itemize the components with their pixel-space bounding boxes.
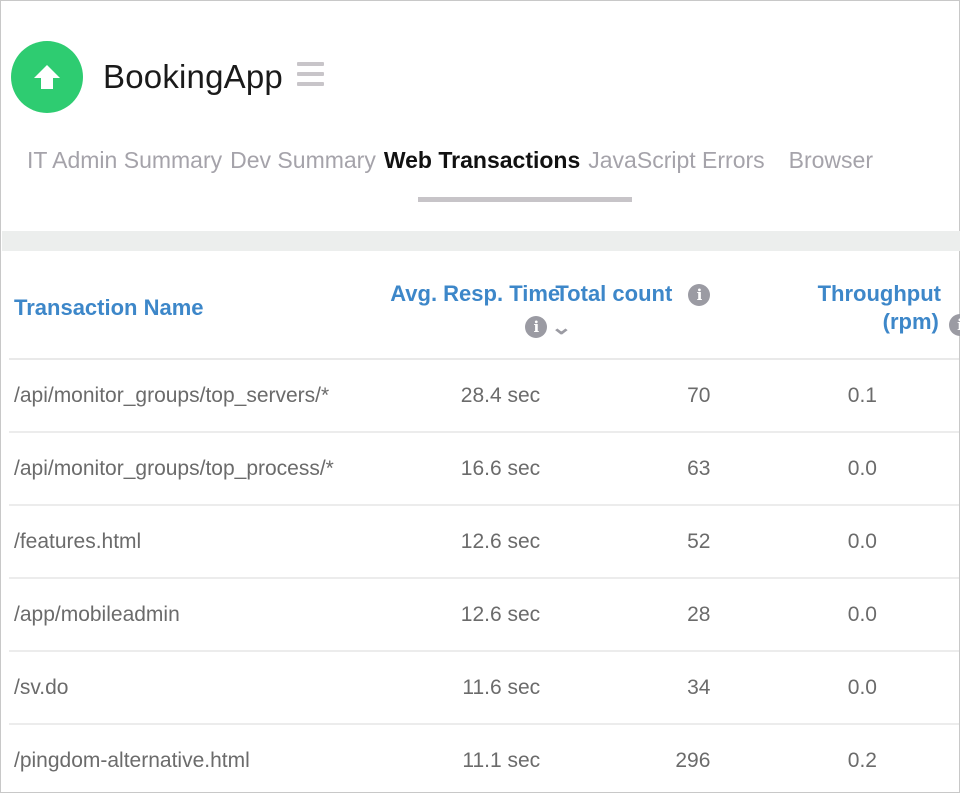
app-title: BookingApp [103,58,283,95]
column-header-transaction-name[interactable]: Transaction Name [9,251,382,359]
column-header-label: Transaction Name [14,295,204,320]
tab-browser[interactable]: Browser [789,147,873,174]
table-row[interactable]: /app/mobileadmin 12.6 sec 28 0.0 [9,578,959,651]
column-header-total-count[interactable]: Total count i [540,251,711,359]
column-header-avg-resp-time[interactable]: Avg. Resp. Time i ⌄ [382,251,572,359]
transactions-table: Transaction Name Avg. Resp. Time i ⌄ Tota… [9,251,960,796]
section-divider [2,231,960,251]
column-header-label: Avg. Resp. Time [390,281,561,306]
column-header-unit: (rpm) [882,309,939,334]
avg-resp-time: 11.1 sec [462,748,541,772]
column-header-throughput[interactable]: Throughput (rpm) i [710,251,960,359]
tab-web-transactions[interactable]: Web Transactions [384,147,580,174]
info-icon[interactable]: i [949,314,960,337]
total-count: 28 [687,602,711,626]
app-logo[interactable] [11,41,83,113]
hamburger-icon[interactable] [296,62,324,86]
column-header-label: Throughput [817,281,941,306]
app-header: BookingApp [11,40,324,114]
transaction-name[interactable]: /sv.do [9,651,382,724]
avg-resp-time: 12.6 sec [460,529,541,553]
throughput: 0.0 [847,602,877,626]
active-tab-indicator [418,197,632,202]
table-row[interactable]: /features.html 12.6 sec 52 0.0 [9,505,959,578]
sort-descending-chevron-icon[interactable]: ⌄ [551,315,573,340]
info-icon[interactable]: i [688,284,711,307]
up-arrow-icon [34,65,60,89]
column-header-label: Total count [555,281,673,306]
avg-resp-time: 16.6 sec [460,456,541,480]
total-count: 70 [687,383,711,407]
throughput: 0.1 [847,383,877,407]
transaction-name[interactable]: /pingdom-alternative.html [9,724,382,796]
transaction-name[interactable]: /api/monitor_groups/top_process/* [9,432,382,505]
transaction-name[interactable]: /features.html [9,505,382,578]
avg-resp-time: 11.6 sec [462,675,541,699]
avg-resp-time: 28.4 sec [460,383,541,407]
transaction-name[interactable]: /api/monitor_groups/top_servers/* [9,359,382,432]
tab-it-admin-summary[interactable]: IT Admin Summary [27,147,222,174]
tab-bar: IT Admin Summary Dev Summary Web Transac… [27,147,881,174]
table-header-row: Transaction Name Avg. Resp. Time i ⌄ Tota… [9,251,960,359]
total-count: 52 [687,529,711,553]
transaction-name[interactable]: /app/mobileadmin [9,578,382,651]
app-window: BookingApp IT Admin Summary Dev Summary … [0,0,960,793]
total-count: 34 [687,675,711,699]
info-icon[interactable]: i [525,316,548,339]
tab-javascript-errors[interactable]: JavaScript Errors [588,147,764,174]
total-count: 296 [675,748,711,772]
avg-resp-time: 12.6 sec [460,602,541,626]
table-row[interactable]: /api/monitor_groups/top_servers/* 28.4 s… [9,359,959,432]
throughput: 0.0 [847,675,877,699]
table-row[interactable]: /api/monitor_groups/top_process/* 16.6 s… [9,432,959,505]
total-count: 63 [687,456,711,480]
table-row[interactable]: /pingdom-alternative.html 11.1 sec 296 0… [9,724,959,796]
table-row[interactable]: /sv.do 11.6 sec 34 0.0 [9,651,959,724]
throughput: 0.0 [847,456,877,480]
tab-dev-summary[interactable]: Dev Summary [230,147,376,174]
throughput: 0.2 [847,748,877,772]
throughput: 0.0 [847,529,877,553]
